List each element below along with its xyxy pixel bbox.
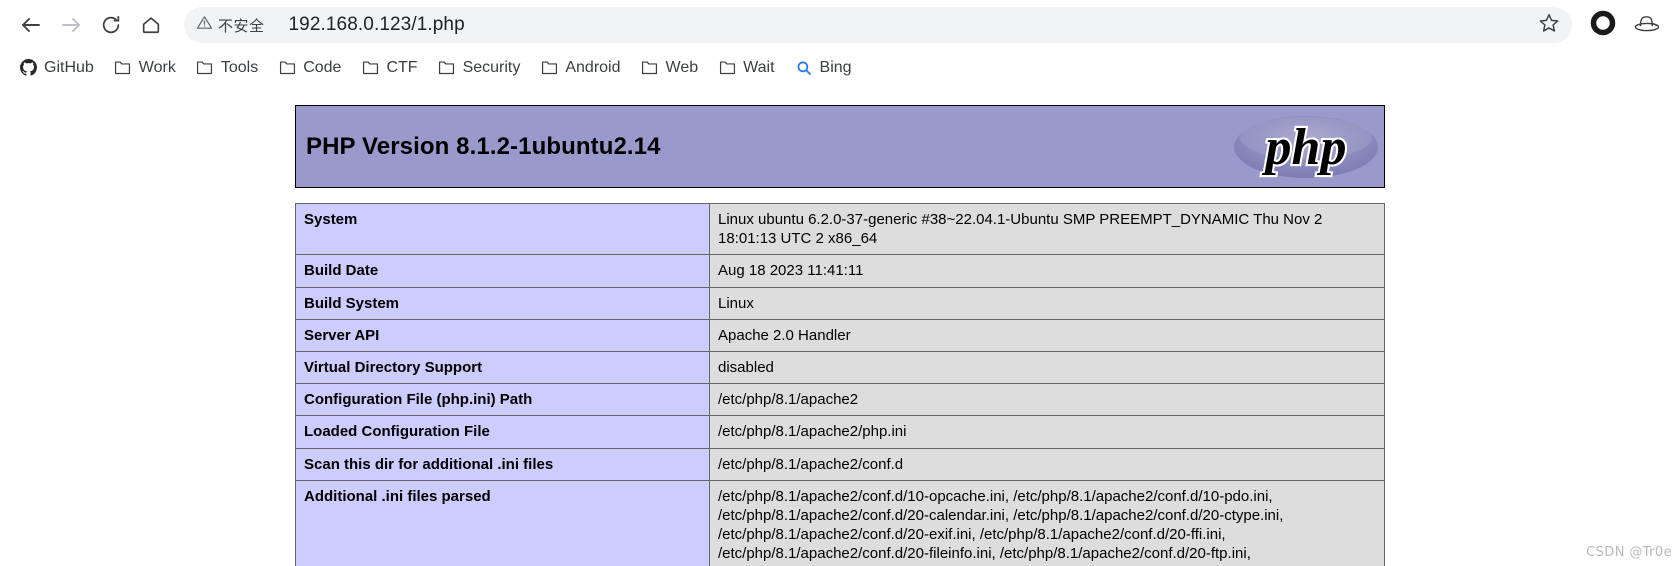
table-row: Virtual Directory Support disabled <box>295 350 1385 385</box>
row-key: Additional .ini files parsed <box>295 479 710 566</box>
arrow-right-icon <box>59 13 83 37</box>
bookmark-label: CTF <box>386 58 418 76</box>
table-row: System Linux ubuntu 6.2.0-37-generic #38… <box>295 202 1385 256</box>
table-row: Build Date Aug 18 2023 11:41:11 <box>295 254 1385 288</box>
home-button[interactable] <box>132 6 170 44</box>
row-key: Loaded Configuration File <box>295 415 710 449</box>
row-value: Linux <box>709 286 1385 320</box>
row-value: Linux ubuntu 6.2.0-37-generic #38~22.04.… <box>709 202 1385 256</box>
watermark: CSDN @Tr0e <box>1586 545 1672 560</box>
bookmark-ctf[interactable]: CTF <box>352 55 426 81</box>
row-key: Scan this dir for additional .ini files <box>295 447 710 481</box>
row-key: Configuration File (php.ini) Path <box>295 383 710 417</box>
bookmarks-bar: GitHub Work Tools Code CTF Security Andr… <box>0 50 1680 85</box>
circle-icon <box>1590 10 1616 41</box>
bookmark-label: Code <box>303 58 342 76</box>
table-row: Additional .ini files parsed /etc/php/8.… <box>295 479 1385 566</box>
row-key: Virtual Directory Support <box>295 350 710 385</box>
browser-toolbar: 不安全 192.168.0.123/1.php <box>0 0 1680 50</box>
home-icon <box>140 14 162 36</box>
row-value: /etc/php/8.1/apache2/conf.d/10-opcache.i… <box>709 479 1385 566</box>
bookmark-label: Bing <box>819 58 852 76</box>
row-key: Server API <box>295 318 710 352</box>
reload-icon <box>100 14 122 36</box>
row-value: Apache 2.0 Handler <box>709 318 1385 352</box>
folder-icon <box>641 59 659 77</box>
row-value: disabled <box>709 350 1385 385</box>
phpinfo-header-table: PHP Version 8.1.2-1ubuntu2.14 php <box>295 105 1385 188</box>
browser-chrome: 不安全 192.168.0.123/1.php GitHub Work Tool… <box>0 0 1680 85</box>
row-value: /etc/php/8.1/apache2 <box>709 383 1385 417</box>
bookmark-work[interactable]: Work <box>105 55 185 81</box>
table-row: Loaded Configuration File /etc/php/8.1/a… <box>295 415 1385 449</box>
table-row: Configuration File (php.ini) Path /etc/p… <box>295 383 1385 417</box>
page-viewport: PHP Version 8.1.2-1ubuntu2.14 php System… <box>0 85 1680 566</box>
bookmark-github[interactable]: GitHub <box>10 55 103 81</box>
bookmark-android[interactable]: Android <box>531 55 629 81</box>
table-row: Server API Apache 2.0 Handler <box>295 318 1385 352</box>
phpinfo-container: PHP Version 8.1.2-1ubuntu2.14 php System… <box>295 85 1385 566</box>
back-button[interactable] <box>12 6 50 44</box>
row-value: /etc/php/8.1/apache2/conf.d <box>709 447 1385 481</box>
profile-button[interactable] <box>1582 4 1624 46</box>
folder-icon <box>114 59 132 77</box>
bookmark-web[interactable]: Web <box>632 55 708 81</box>
forward-button[interactable] <box>52 6 90 44</box>
row-key: Build Date <box>295 254 710 288</box>
github-icon <box>19 59 37 77</box>
bookmark-label: Web <box>665 58 699 76</box>
phpinfo-table: System Linux ubuntu 6.2.0-37-generic #38… <box>295 202 1385 566</box>
security-status-chip[interactable]: 不安全 <box>188 11 275 39</box>
bookmark-bing[interactable]: Bing <box>786 55 861 81</box>
php-version-title: PHP Version 8.1.2-1ubuntu2.14 <box>306 132 661 160</box>
bookmark-wait[interactable]: Wait <box>709 55 783 81</box>
folder-icon <box>540 59 558 77</box>
bookmark-star-button[interactable] <box>1534 10 1564 40</box>
row-key: System <box>295 202 710 256</box>
folder-icon <box>361 59 379 77</box>
folder-icon <box>718 59 736 77</box>
row-key: Build System <box>295 286 710 320</box>
bookmark-label: Wait <box>743 58 775 76</box>
bookmark-code[interactable]: Code <box>269 55 350 81</box>
bookmark-security[interactable]: Security <box>429 55 530 81</box>
row-value: Aug 18 2023 11:41:11 <box>709 254 1385 288</box>
reload-button[interactable] <box>92 6 130 44</box>
bookmark-label: Work <box>138 58 176 76</box>
table-row: Scan this dir for additional .ini files … <box>295 447 1385 481</box>
bookmark-label: GitHub <box>44 58 94 76</box>
php-logo: php <box>1234 115 1378 178</box>
phpinfo-header-cell: PHP Version 8.1.2-1ubuntu2.14 php <box>296 106 1385 188</box>
bookmark-label: Android <box>565 58 621 76</box>
bookmark-tools[interactable]: Tools <box>187 55 267 81</box>
extensions-button[interactable] <box>1626 4 1668 46</box>
search-icon <box>795 59 813 77</box>
svg-text:php: php <box>1262 119 1347 176</box>
hat-icon <box>1633 12 1661 39</box>
address-bar[interactable]: 不安全 192.168.0.123/1.php <box>184 7 1572 43</box>
security-status-label: 不安全 <box>218 17 265 35</box>
table-row: Build System Linux <box>295 286 1385 320</box>
folder-icon <box>278 59 296 77</box>
folder-icon <box>196 59 214 77</box>
star-outline-icon <box>1538 12 1560 39</box>
folder-icon <box>438 59 456 77</box>
url-text[interactable]: 192.168.0.123/1.php <box>289 14 1534 36</box>
arrow-left-icon <box>19 13 43 37</box>
bookmark-label: Tools <box>220 58 259 76</box>
row-value: /etc/php/8.1/apache2/php.ini <box>709 415 1385 449</box>
bookmark-label: Security <box>462 58 521 76</box>
warning-triangle-icon <box>196 14 213 36</box>
